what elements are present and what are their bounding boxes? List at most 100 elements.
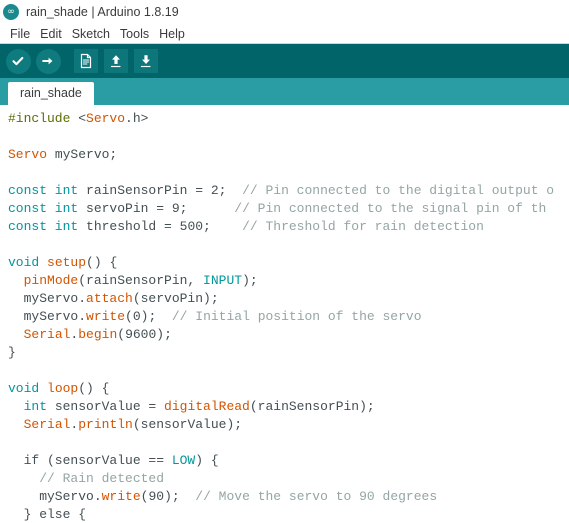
arrow-down-icon [134, 49, 158, 73]
code-token-num: 0 [132, 309, 141, 324]
code-token-plain: < [78, 111, 87, 126]
title-bar: ∞ rain_shade | Arduino 1.8.19 [0, 0, 569, 24]
code-token-plain: (rainSensorPin); [249, 399, 375, 414]
code-token-fn: attach [86, 291, 133, 306]
code-token-kw: const int [8, 183, 79, 198]
code-token-obj: Serial [23, 327, 71, 342]
code-token-plain: myServo; [47, 147, 118, 162]
code-token-plain: (rainSensorPin, [78, 273, 204, 288]
menu-bar: File Edit Sketch Tools Help [0, 24, 569, 43]
code-token-plain: if (sensorValue == [8, 453, 172, 468]
code-line: myServo.write(0); // Initial position of… [8, 308, 569, 326]
code-token-const: LOW [171, 453, 196, 468]
verify-button[interactable] [4, 47, 32, 75]
menu-item-edit[interactable]: Edit [35, 27, 67, 41]
check-icon [5, 48, 31, 74]
code-token-fn: begin [78, 327, 118, 342]
code-token-plain: myServo. [8, 309, 87, 324]
code-token-cmt: // Move the servo to 90 degrees [195, 489, 438, 504]
code-line: int sensorValue = digitalRead(rainSensor… [8, 398, 569, 416]
code-token-plain: rainSensorPin = [78, 183, 211, 198]
window-title: rain_shade | Arduino 1.8.19 [26, 5, 179, 19]
code-line: Serial.println(sensorValue); [8, 416, 569, 434]
code-token-fn: pinMode [23, 273, 79, 288]
code-token-plain: ; [179, 201, 235, 216]
menu-item-sketch[interactable]: Sketch [67, 27, 115, 41]
code-token-plain: ; [203, 219, 243, 234]
code-token-kw: const int [8, 201, 79, 216]
code-line: void setup() { [8, 254, 569, 272]
new-button[interactable] [72, 47, 100, 75]
code-token-plain: ( [125, 309, 133, 324]
code-token-plain: () { [78, 381, 110, 396]
code-token-plain: myServo. [8, 489, 102, 504]
code-line: void loop() { [8, 380, 569, 398]
code-token-plain: ); [156, 327, 172, 342]
tab-rain-shade[interactable]: rain_shade [8, 82, 94, 105]
code-token-plain: ( [117, 327, 126, 342]
code-token-plain: sensorValue = [47, 399, 165, 414]
code-token-fn: write [86, 309, 126, 324]
code-token-num: 2 [210, 183, 219, 198]
code-line: if (sensorValue == LOW) { [8, 452, 569, 470]
code-token-const: INPUT [203, 273, 243, 288]
arrow-up-icon [104, 49, 128, 73]
arrow-right-icon [35, 48, 61, 74]
code-token-plain: } [8, 345, 16, 360]
code-token-plain: () { [86, 255, 118, 270]
upload-button[interactable] [34, 47, 62, 75]
menu-item-help[interactable]: Help [154, 27, 190, 41]
code-line: } [8, 344, 569, 362]
tab-strip: rain_shade [0, 78, 569, 105]
arduino-infinity-icon: ∞ [3, 4, 19, 20]
code-token-pre: #include [8, 111, 79, 126]
menu-item-file[interactable]: File [5, 27, 35, 41]
code-token-cmt: // Pin connected to the digital output o [242, 183, 555, 198]
code-token-type: Servo [8, 147, 48, 162]
code-token-num: 9 [171, 201, 180, 216]
code-token-obj: Serial [23, 417, 71, 432]
code-token-type: Servo [86, 111, 126, 126]
code-token-plain: (sensorValue); [132, 417, 243, 432]
code-token-kw: void [8, 255, 40, 270]
code-token-plain: myServo. [8, 291, 87, 306]
code-token-fn: write [101, 489, 141, 504]
code-token-fn: setup [47, 255, 87, 270]
code-token-cmt: // Rain detected [39, 471, 165, 486]
code-line: myServo.write(90); // Move the servo to … [8, 488, 569, 506]
code-token-fn: digitalRead [164, 399, 250, 414]
code-line: myServo.attach(servoPin); [8, 290, 569, 308]
code-token-cmt: // Threshold for rain detection [242, 219, 484, 234]
code-token-num: 90 [148, 489, 165, 504]
code-token-kw: void [8, 381, 40, 396]
code-token-plain: servoPin = [78, 201, 172, 216]
menu-item-tools[interactable]: Tools [115, 27, 154, 41]
toolbar [0, 43, 569, 78]
code-token-num: 9600 [125, 327, 157, 342]
code-token-plain: ); [164, 489, 196, 504]
code-line: Servo myServo; [8, 146, 569, 164]
code-token-plain: threshold = [78, 219, 180, 234]
code-token-fn: loop [47, 381, 79, 396]
code-token-plain: ) { [195, 453, 219, 468]
save-button[interactable] [132, 47, 160, 75]
code-token-plain: (servoPin); [132, 291, 219, 306]
code-token-cmt: // Pin connected to the signal pin of th [234, 201, 547, 216]
code-line: const int rainSensorPin = 2; // Pin conn… [8, 182, 569, 200]
open-button[interactable] [102, 47, 130, 75]
code-token-cmt: // Initial position of the servo [171, 309, 422, 324]
code-token-plain: ); [140, 309, 172, 324]
code-editor[interactable]: #include <Servo.h> Servo myServo; const … [0, 105, 569, 523]
code-line: const int threshold = 500; // Threshold … [8, 218, 569, 236]
